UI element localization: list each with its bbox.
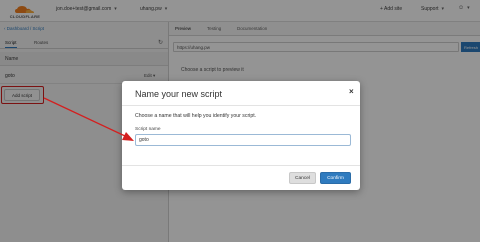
new-script-dialog: Name your new script × Choose a name tha… bbox=[122, 81, 360, 190]
close-icon[interactable]: × bbox=[349, 87, 354, 96]
confirm-button[interactable]: Confirm bbox=[320, 172, 351, 184]
dialog-description: Choose a name that will help you identif… bbox=[135, 113, 257, 119]
cancel-button[interactable]: Cancel bbox=[289, 172, 316, 184]
dialog-divider bbox=[122, 165, 360, 166]
dialog-title: Name your new script bbox=[135, 89, 223, 99]
dialog-divider bbox=[122, 105, 360, 106]
script-name-input[interactable] bbox=[135, 134, 351, 146]
script-name-label: Script name bbox=[135, 127, 161, 132]
